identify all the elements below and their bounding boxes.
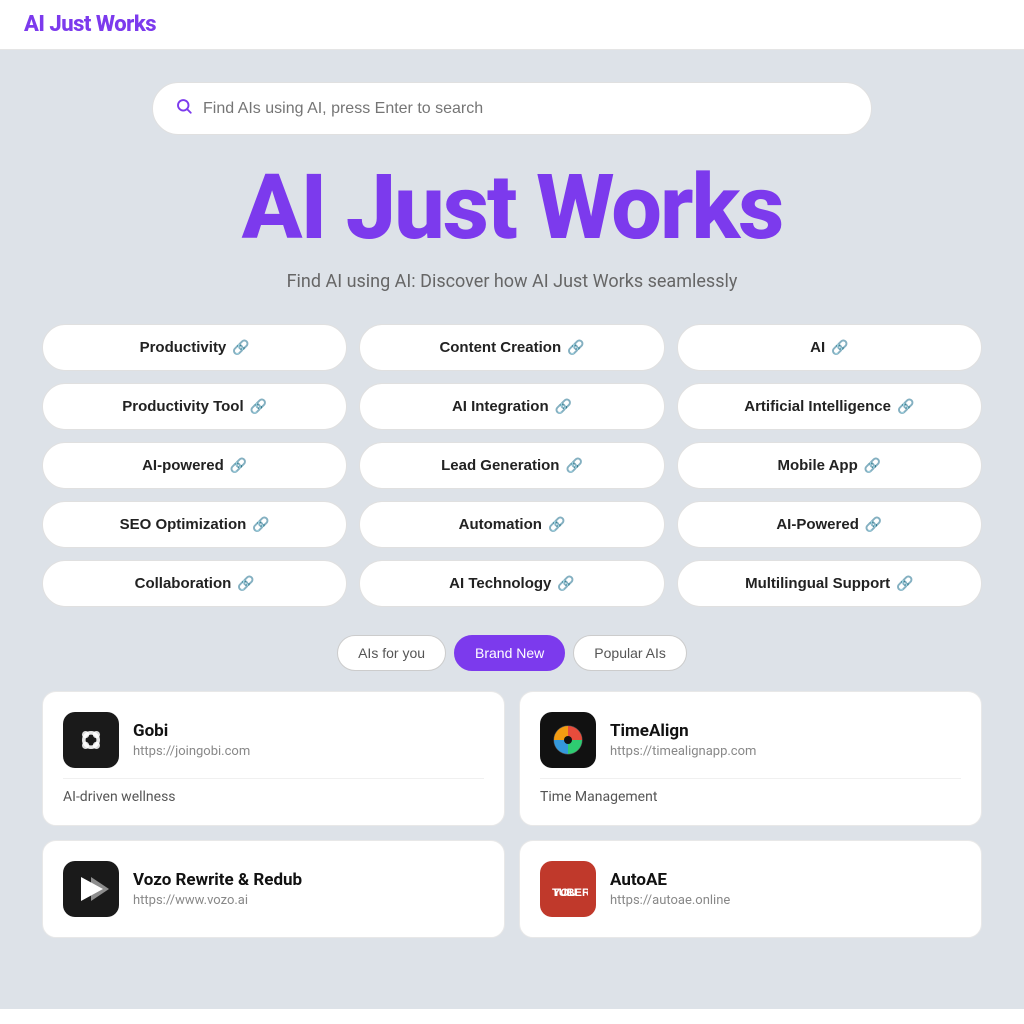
header: AI Just Works	[0, 0, 1024, 50]
gobi-logo	[63, 712, 119, 768]
tag-artificial-intelligence[interactable]: Artificial Intelligence 🔗	[677, 383, 982, 430]
tag-productivity-tool[interactable]: Productivity Tool 🔗	[42, 383, 347, 430]
search-input[interactable]	[203, 100, 849, 118]
search-icon	[175, 97, 193, 120]
autoae-info: AutoAE https://autoae.online	[610, 870, 730, 908]
link-icon: 🔗	[865, 516, 882, 533]
link-icon: 🔗	[557, 575, 574, 592]
vozo-logo	[63, 861, 119, 917]
tab-ais-for-you[interactable]: AIs for you	[337, 635, 446, 671]
vozo-name: Vozo Rewrite & Redub	[133, 870, 302, 890]
hero-subtitle: Find AI using AI: Discover how AI Just W…	[287, 271, 738, 292]
link-icon: 🔗	[565, 457, 582, 474]
ai-card-vozo[interactable]: Vozo Rewrite & Redub https://www.vozo.ai	[42, 840, 505, 938]
gobi-info: Gobi https://joingobi.com	[133, 721, 250, 759]
link-icon: 🔗	[897, 398, 914, 415]
filter-tabs: AIs for you Brand New Popular AIs	[337, 635, 687, 671]
svg-text:TUBERS: TUBERS	[552, 887, 588, 899]
hero-title: AI Just Works	[242, 163, 783, 253]
tag-collaboration[interactable]: Collaboration 🔗	[42, 560, 347, 607]
link-icon: 🔗	[567, 339, 584, 356]
link-icon: 🔗	[896, 575, 913, 592]
site-logo[interactable]: AI Just Works	[24, 12, 156, 37]
gobi-desc: AI-driven wellness	[63, 778, 484, 805]
link-icon: 🔗	[864, 457, 881, 474]
main-content: AI Just Works Find AI using AI: Discover…	[0, 50, 1024, 1009]
cards-grid: Gobi https://joingobi.com AI-driven well…	[42, 691, 982, 938]
timealign-logo	[540, 712, 596, 768]
autoae-url: https://autoae.online	[610, 893, 730, 908]
tag-productivity[interactable]: Productivity 🔗	[42, 324, 347, 371]
link-icon: 🔗	[237, 575, 254, 592]
link-icon: 🔗	[230, 457, 247, 474]
vozo-url: https://www.vozo.ai	[133, 893, 302, 908]
tag-automation[interactable]: Automation 🔗	[359, 501, 664, 548]
link-icon: 🔗	[555, 398, 572, 415]
gobi-url: https://joingobi.com	[133, 744, 250, 759]
link-icon: 🔗	[548, 516, 565, 533]
timealign-name: TimeAlign	[610, 721, 756, 741]
tag-multilingual-support[interactable]: Multilingual Support 🔗	[677, 560, 982, 607]
link-icon: 🔗	[252, 516, 269, 533]
tag-ai-integration[interactable]: AI Integration 🔗	[359, 383, 664, 430]
ai-card-header: YOU TUBERS AutoAE https://autoae.online	[540, 861, 961, 917]
timealign-info: TimeAlign https://timealignapp.com	[610, 721, 756, 759]
tag-seo-optimization[interactable]: SEO Optimization 🔗	[42, 501, 347, 548]
autoae-name: AutoAE	[610, 870, 730, 890]
link-icon: 🔗	[831, 339, 848, 356]
ai-card-header: Gobi https://joingobi.com	[63, 712, 484, 768]
tag-mobile-app[interactable]: Mobile App 🔗	[677, 442, 982, 489]
autoae-logo: YOU TUBERS	[540, 861, 596, 917]
tag-ai[interactable]: AI 🔗	[677, 324, 982, 371]
link-icon: 🔗	[250, 398, 267, 415]
ai-card-timealign[interactable]: TimeAlign https://timealignapp.com Time …	[519, 691, 982, 826]
tab-brand-new[interactable]: Brand New	[454, 635, 565, 671]
timealign-desc: Time Management	[540, 778, 961, 805]
timealign-url: https://timealignapp.com	[610, 744, 756, 759]
vozo-info: Vozo Rewrite & Redub https://www.vozo.ai	[133, 870, 302, 908]
search-bar	[152, 82, 872, 135]
ai-card-header: TimeAlign https://timealignapp.com	[540, 712, 961, 768]
link-icon: 🔗	[232, 339, 249, 356]
tag-lead-generation[interactable]: Lead Generation 🔗	[359, 442, 664, 489]
ai-card-autoae[interactable]: YOU TUBERS AutoAE https://autoae.online	[519, 840, 982, 938]
ai-card-header: Vozo Rewrite & Redub https://www.vozo.ai	[63, 861, 484, 917]
tab-popular-ais[interactable]: Popular AIs	[573, 635, 687, 671]
gobi-name: Gobi	[133, 721, 250, 741]
tag-ai-powered-2[interactable]: AI-Powered 🔗	[677, 501, 982, 548]
tag-ai-powered[interactable]: AI-powered 🔗	[42, 442, 347, 489]
tag-grid: Productivity 🔗 Content Creation 🔗 AI 🔗 P…	[42, 324, 982, 607]
tag-ai-technology[interactable]: AI Technology 🔗	[359, 560, 664, 607]
ai-card-gobi[interactable]: Gobi https://joingobi.com AI-driven well…	[42, 691, 505, 826]
tag-content-creation[interactable]: Content Creation 🔗	[359, 324, 664, 371]
